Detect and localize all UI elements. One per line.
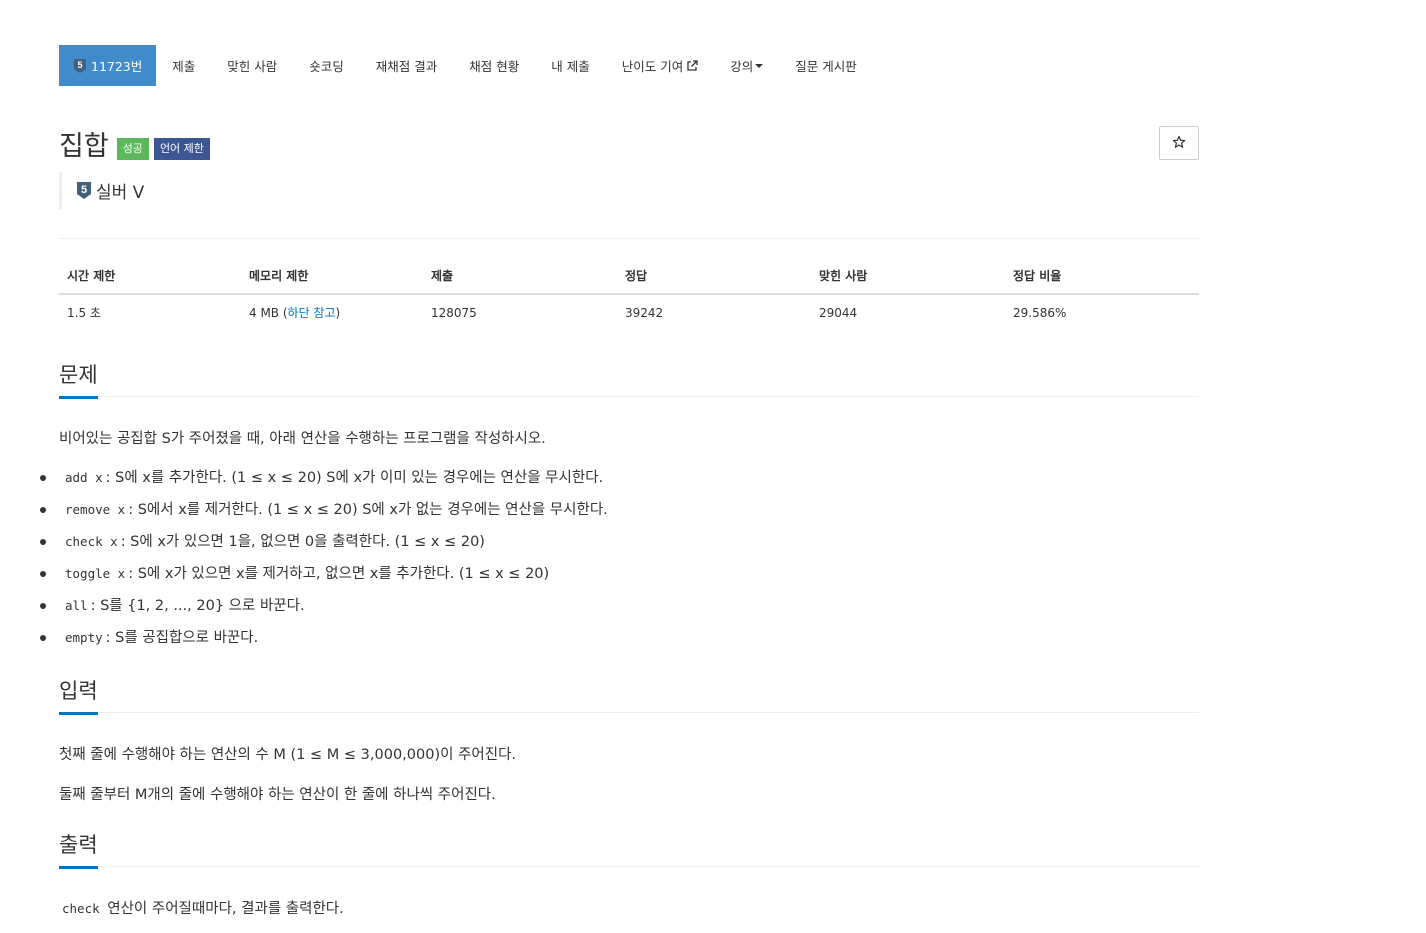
output-code: check	[62, 901, 100, 916]
memory-note-link[interactable]: 하단 참고	[288, 306, 336, 320]
op-text: : S에서 x를 제거한다. (1 ≤ x ≤ 20) S에 x가 없는 경우에…	[128, 502, 608, 518]
header-time-limit: 시간 제한	[59, 258, 241, 295]
submissions-value: 128075	[431, 305, 477, 320]
tab-question-board-label: 질문 게시판	[795, 59, 857, 74]
op-code: remove x	[65, 502, 126, 517]
silver-tier-icon: 5	[76, 181, 92, 200]
op-text: : S에 x를 추가한다. (1 ≤ x ≤ 20) S에 x가 이미 있는 경…	[105, 470, 604, 486]
tab-submit[interactable]: 제출	[156, 45, 211, 86]
problem-title-row: 집합 성공 언어 제한	[59, 124, 210, 163]
tab-rejudge-results[interactable]: 재채점 결과	[360, 45, 453, 86]
tab-judge-status-label: 채점 현황	[469, 59, 520, 74]
memory-limit-value: 4 MB (하단 참고)	[241, 294, 423, 330]
time-limit-value: 1.5 초	[67, 306, 101, 320]
status-badge-success: 성공	[116, 137, 149, 160]
svg-text:5: 5	[81, 184, 87, 196]
accepted-value: 39242	[625, 305, 664, 320]
tab-problem-label: 11723번	[91, 59, 143, 74]
header-accepted: 정답	[617, 258, 811, 295]
tab-short-coding[interactable]: 숏코딩	[293, 45, 360, 86]
page-title: 집합	[59, 131, 109, 162]
tab-problem[interactable]: 5 11723번	[59, 45, 157, 86]
operations-list: add x: S에 x를 추가한다. (1 ≤ x ≤ 20) S에 x가 이미…	[40, 468, 608, 660]
solved-users-value: 29044	[819, 305, 858, 320]
op-text: : S에 x가 있으면 1을, 없으면 0을 출력한다. (1 ≤ x ≤ 20…	[120, 534, 485, 550]
tab-my-submissions[interactable]: 내 제출	[535, 45, 605, 86]
silver-tier-icon: 5	[73, 58, 87, 74]
op-code: all	[65, 598, 88, 613]
table-row: 1.5 초 4 MB (하단 참고) 128075 39242 29044 29…	[59, 294, 1199, 330]
tab-submit-label: 제출	[172, 59, 196, 74]
output-description: check 연산이 주어질때마다, 결과를 출력한다.	[59, 897, 344, 918]
op-code: add x	[65, 470, 103, 485]
op-code: toggle x	[65, 566, 126, 581]
list-item: all: S를 {1, 2, ..., 20} 으로 바꾼다.	[40, 596, 608, 628]
input-description-line2: 둘째 줄부터 M개의 줄에 수행해야 하는 연산이 한 줄에 하나씩 주어진다.	[59, 787, 496, 803]
memory-limit-suffix: )	[335, 306, 341, 320]
problem-info-table: 시간 제한 메모리 제한 제출 정답 맞힌 사람 정답 비율 1.5 초 4 M…	[59, 258, 1199, 330]
header-ratio: 정답 비율	[1005, 258, 1199, 295]
op-text: : S를 공집합으로 바꾼다.	[105, 630, 259, 646]
tab-difficulty-contribution-label: 난이도 기여	[621, 59, 684, 74]
problem-nav-tabs: 5 11723번 제출 맞힌 사람 숏코딩 재채점 결과 채점 현황 내 제출 …	[59, 45, 873, 86]
header-submissions: 제출	[423, 258, 617, 295]
tab-lectures-label: 강의	[730, 59, 754, 74]
input-section-header: 입력	[59, 677, 1199, 715]
section-title-problem: 문제	[59, 361, 98, 399]
divider	[59, 238, 1199, 239]
svg-text:5: 5	[77, 60, 82, 70]
tier-name: 실버 V	[96, 183, 145, 203]
tab-judge-status[interactable]: 채점 현황	[453, 45, 535, 86]
star-icon	[1172, 134, 1186, 153]
header-memory-limit: 메모리 제한	[241, 258, 423, 295]
op-text: : S에 x가 있으면 x를 제거하고, 없으면 x를 추가한다. (1 ≤ x…	[128, 566, 550, 582]
output-text: 연산이 주어질때마다, 결과를 출력한다.	[102, 901, 344, 917]
problem-tier: 5 실버 V	[59, 172, 144, 209]
section-title-output: 출력	[59, 831, 98, 869]
caret-down-icon	[755, 63, 764, 69]
tab-lectures[interactable]: 강의	[714, 45, 779, 86]
tab-solved-users[interactable]: 맞힌 사람	[211, 45, 293, 86]
input-description-line1: 첫째 줄에 수행해야 하는 연산의 수 M (1 ≤ M ≤ 3,000,000…	[59, 747, 517, 763]
list-item: empty: S를 공집합으로 바꾼다.	[40, 628, 608, 660]
favorite-star-button[interactable]	[1159, 126, 1199, 160]
problem-section-header: 문제	[59, 361, 1199, 399]
status-badge-language-limit: 언어 제한	[153, 137, 210, 160]
tab-rejudge-results-label: 재채점 결과	[375, 59, 438, 74]
op-code: empty	[65, 630, 103, 645]
header-solved-users: 맞힌 사람	[811, 258, 1005, 295]
list-item: check x: S에 x가 있으면 1을, 없으면 0을 출력한다. (1 ≤…	[40, 532, 608, 564]
tab-short-coding-label: 숏코딩	[309, 59, 344, 74]
table-header-row: 시간 제한 메모리 제한 제출 정답 맞힌 사람 정답 비율	[59, 258, 1199, 295]
memory-limit-text: 4 MB (	[249, 306, 288, 320]
list-item: remove x: S에서 x를 제거한다. (1 ≤ x ≤ 20) S에 x…	[40, 500, 608, 532]
tab-difficulty-contribution[interactable]: 난이도 기여	[606, 45, 714, 86]
problem-description: 비어있는 공집합 S가 주어졌을 때, 아래 연산을 수행하는 프로그램을 작성…	[59, 431, 546, 447]
tab-my-submissions-label: 내 제출	[551, 59, 590, 74]
tab-question-board[interactable]: 질문 게시판	[779, 45, 872, 86]
list-item: toggle x: S에 x가 있으면 x를 제거하고, 없으면 x를 추가한다…	[40, 564, 608, 596]
op-code: check x	[65, 534, 118, 549]
list-item: add x: S에 x를 추가한다. (1 ≤ x ≤ 20) S에 x가 이미…	[40, 468, 608, 500]
op-text: : S를 {1, 2, ..., 20} 으로 바꾼다.	[90, 598, 305, 614]
section-title-input: 입력	[59, 677, 98, 715]
ratio-value: 29.586%	[1013, 305, 1067, 320]
output-section-header: 출력	[59, 831, 1199, 869]
external-link-icon	[686, 59, 698, 72]
tab-solved-users-label: 맞힌 사람	[227, 59, 278, 74]
